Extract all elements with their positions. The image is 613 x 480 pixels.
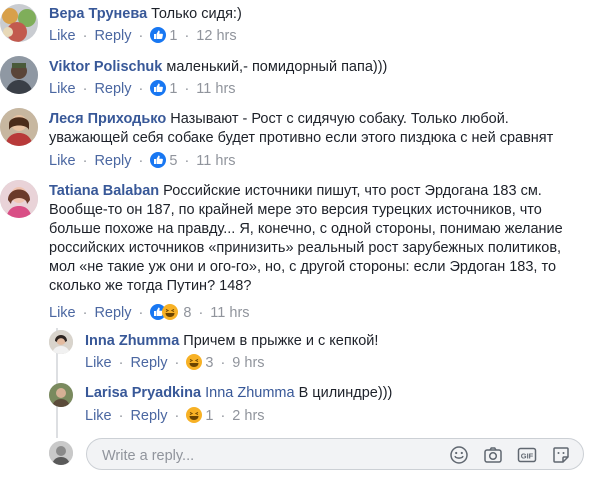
separator: · <box>174 355 180 371</box>
comment-text: мол «не такие уж они и ого-го», но, с др… <box>49 259 557 275</box>
separator: · <box>82 81 88 97</box>
comment-text: сколько же тогда Путин? 148? <box>49 278 252 294</box>
reply-button[interactable]: Reply <box>94 153 131 169</box>
reply-author[interactable]: Larisa Pryadkina <box>85 385 201 401</box>
like-reaction-icon[interactable] <box>150 27 167 43</box>
reply-input[interactable] <box>100 445 434 467</box>
avatar[interactable] <box>49 383 73 407</box>
svg-text:GIF: GIF <box>521 451 534 460</box>
like-button[interactable]: Like <box>85 408 112 424</box>
separator: · <box>198 305 204 321</box>
emoji-icon[interactable] <box>449 445 469 465</box>
separator: · <box>82 305 88 321</box>
separator: · <box>184 81 190 97</box>
reply-button[interactable]: Reply <box>130 408 167 424</box>
separator: · <box>138 305 144 321</box>
timestamp[interactable]: 11 hrs <box>196 81 235 97</box>
separator: · <box>138 28 144 44</box>
comment-line: Леся Приходько Называют - Рост с сидячую… <box>49 110 594 129</box>
avatar[interactable] <box>49 330 73 354</box>
separator: · <box>118 355 124 371</box>
separator: · <box>184 28 190 44</box>
like-button[interactable]: Like <box>49 153 76 169</box>
reaction-count[interactable]: 1 <box>169 28 177 44</box>
separator: · <box>184 153 190 169</box>
comment-line: Tatiana Balaban Российские источники пиш… <box>49 182 609 201</box>
avatar[interactable] <box>0 108 38 146</box>
mention-link[interactable]: Inna Zhumma <box>205 385 294 401</box>
haha-reaction-icon[interactable] <box>186 354 203 370</box>
comment-text: маленький,- помидорный папа))) <box>166 59 388 75</box>
comment-author[interactable]: Tatiana Balaban <box>49 183 159 199</box>
separator: · <box>82 28 88 44</box>
reaction-count[interactable]: 3 <box>205 355 213 371</box>
timestamp[interactable]: 2 hrs <box>232 408 264 424</box>
reply-button[interactable]: Reply <box>94 28 131 44</box>
like-button[interactable]: Like <box>49 28 76 44</box>
reply-button[interactable]: Reply <box>94 305 131 321</box>
like-reaction-icon[interactable] <box>150 152 167 168</box>
haha-reaction-icon <box>162 304 179 320</box>
reaction-count[interactable]: 8 <box>183 305 191 321</box>
like-button[interactable]: Like <box>49 305 76 321</box>
gif-icon[interactable]: GIF <box>517 445 537 465</box>
reply-author[interactable]: Inna Zhumma <box>85 333 179 349</box>
haha-reaction-icon[interactable] <box>186 407 203 423</box>
current-user-avatar <box>49 441 73 465</box>
like-button[interactable]: Like <box>85 355 112 371</box>
avatar[interactable] <box>0 56 38 94</box>
comment-text: уважающей себя собаке будет противно есл… <box>49 130 554 146</box>
reply-button[interactable]: Reply <box>94 81 131 97</box>
separator: · <box>82 153 88 169</box>
separator: · <box>138 153 144 169</box>
comment-text: Называют - Рост с сидячую собаку. Только… <box>170 111 509 127</box>
reply-box[interactable]: GIF <box>86 438 584 470</box>
like-reaction-icon[interactable] <box>150 80 167 96</box>
comment-text: Вообще-то он 187, по крайней мере это ве… <box>49 202 542 218</box>
reply-button[interactable]: Reply <box>130 355 167 371</box>
reaction-count[interactable]: 1 <box>205 408 213 424</box>
camera-icon[interactable] <box>483 445 503 465</box>
comment-text: Только сидя:) <box>151 6 242 22</box>
reaction-icons[interactable] <box>150 304 180 320</box>
comment-author[interactable]: Леся Приходько <box>49 111 166 127</box>
separator: · <box>174 408 180 424</box>
reaction-count[interactable]: 1 <box>169 81 177 97</box>
reply-text: В цилиндре))) <box>298 385 393 401</box>
separator: · <box>220 355 226 371</box>
timestamp[interactable]: 11 hrs <box>210 305 249 321</box>
separator: · <box>118 408 124 424</box>
timestamp[interactable]: 9 hrs <box>232 355 264 371</box>
timestamp[interactable]: 12 hrs <box>196 28 236 44</box>
separator: · <box>220 408 226 424</box>
separator: · <box>138 81 144 97</box>
avatar[interactable] <box>0 4 38 42</box>
comment-text: российских источников «принизить» реальн… <box>49 240 562 256</box>
avatar[interactable] <box>0 180 38 218</box>
sticker-icon[interactable] <box>551 445 571 465</box>
like-button[interactable]: Like <box>49 81 76 97</box>
timestamp[interactable]: 11 hrs <box>196 153 235 169</box>
comment-author[interactable]: Viktor Polischuk <box>49 59 162 75</box>
reply-text: Причем в прыжке и с кепкой! <box>183 333 379 349</box>
comment-author[interactable]: Вера Трунева <box>49 6 147 22</box>
comment-text: Российские источники пишут, что рост Эрд… <box>163 183 542 199</box>
reaction-count[interactable]: 5 <box>169 153 177 169</box>
comment-text: больше похоже на правду... Я, конечно, с… <box>49 221 563 237</box>
